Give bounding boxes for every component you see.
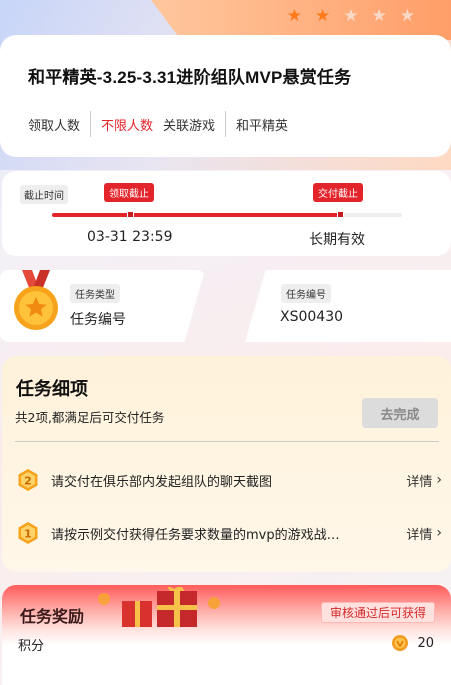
- star-icon: ★: [286, 6, 302, 26]
- deadline-progress-track: [52, 211, 402, 218]
- claim-deadline-value: 03-31 23:59: [87, 229, 173, 245]
- submit-deadline-marker: [337, 211, 344, 218]
- chevron-right-icon: ›: [436, 525, 442, 541]
- star-icon: ★: [343, 6, 359, 26]
- task-number-card: 任务编号 XS00430: [245, 270, 451, 342]
- task-title: 和平精英-3.25-3.31进阶组队MVP悬赏任务: [28, 68, 352, 87]
- deadline-card: 截止时间 领取截止 交付截止 03-31 23:59 长期有效: [2, 171, 451, 256]
- difficulty-stars: ★ ★ ★ ★ ★: [287, 6, 415, 26]
- submit-deadline-value: 长期有效: [309, 232, 365, 248]
- task-number-value: XS00430: [280, 309, 344, 325]
- requirement-text: 请交付在俱乐部内发起组队的聊天截图: [51, 474, 273, 490]
- related-game-value: 和平精英: [236, 118, 289, 134]
- task-reward-card: 任务奖励 审核通过后可获得 积分 20: [2, 585, 451, 685]
- reward-points: 20: [392, 635, 434, 651]
- submit-deadline-tag: 交付截止: [313, 183, 363, 202]
- gift-box-icon: [98, 587, 220, 627]
- claim-deadline-tag: 领取截止: [104, 183, 154, 202]
- requirement-detail-link[interactable]: 详情 ›: [406, 471, 442, 490]
- requirement-index: 2: [24, 475, 32, 488]
- number-badge-icon: 2: [18, 469, 38, 491]
- deadline-label: 截止时间: [20, 185, 68, 204]
- claim-deadline-marker: [127, 211, 134, 218]
- chevron-right-icon: ›: [436, 472, 442, 488]
- go-complete-button[interactable]: 去完成: [362, 398, 438, 428]
- claim-count-label: 领取人数: [28, 118, 81, 134]
- task-type-label: 任务类型: [70, 284, 120, 303]
- reward-points-value: 20: [417, 635, 434, 651]
- task-type-value: 任务编号: [70, 312, 126, 328]
- deadline-progress-fill: [52, 213, 340, 217]
- reward-condition-tag: 审核通过后可获得: [320, 602, 435, 623]
- requirement-text: 请按示例交付获得任务要求数量的mvp的游戏战…: [51, 527, 340, 543]
- task-number-label: 任务编号: [281, 284, 331, 303]
- number-badge-icon: 1: [18, 522, 38, 544]
- task-title-card: 和平精英-3.25-3.31进阶组队MVP悬赏任务 领取人数 不限人数 关联游戏…: [0, 35, 451, 157]
- star-icon: ★: [371, 6, 387, 26]
- detail-link-label: 详情: [406, 527, 433, 543]
- requirement-item[interactable]: 2 请交付在俱乐部内发起组队的聊天截图 详情 ›: [16, 467, 442, 493]
- requirement-item[interactable]: 1 请按示例交付获得任务要求数量的mvp的游戏战… 详情 ›: [16, 520, 442, 546]
- medal-icon: [14, 270, 58, 330]
- details-title: 任务细项: [16, 379, 88, 400]
- task-meta-row: 领取人数 不限人数 关联游戏 和平精英: [28, 111, 288, 137]
- detail-link-label: 详情: [406, 474, 433, 490]
- reward-title: 任务奖励: [20, 607, 85, 626]
- reward-points-label: 积分: [18, 639, 45, 654]
- requirement-index: 1: [24, 528, 32, 541]
- star-icon: ★: [399, 6, 415, 26]
- related-game-label: 关联游戏: [163, 118, 216, 134]
- details-divider: [15, 441, 439, 442]
- meta-divider: [90, 111, 92, 137]
- task-details-card: 任务细项 共2项,都满足后可交付任务 去完成 2 请交付在俱乐部内发起组队的聊天…: [2, 356, 451, 572]
- meta-divider: [225, 111, 227, 137]
- points-coin-icon: [392, 635, 409, 651]
- star-icon: ★: [315, 6, 331, 26]
- requirement-detail-link[interactable]: 详情 ›: [406, 524, 442, 543]
- details-subtitle: 共2项,都满足后可交付任务: [15, 410, 165, 425]
- claim-count-value: 不限人数: [101, 118, 154, 134]
